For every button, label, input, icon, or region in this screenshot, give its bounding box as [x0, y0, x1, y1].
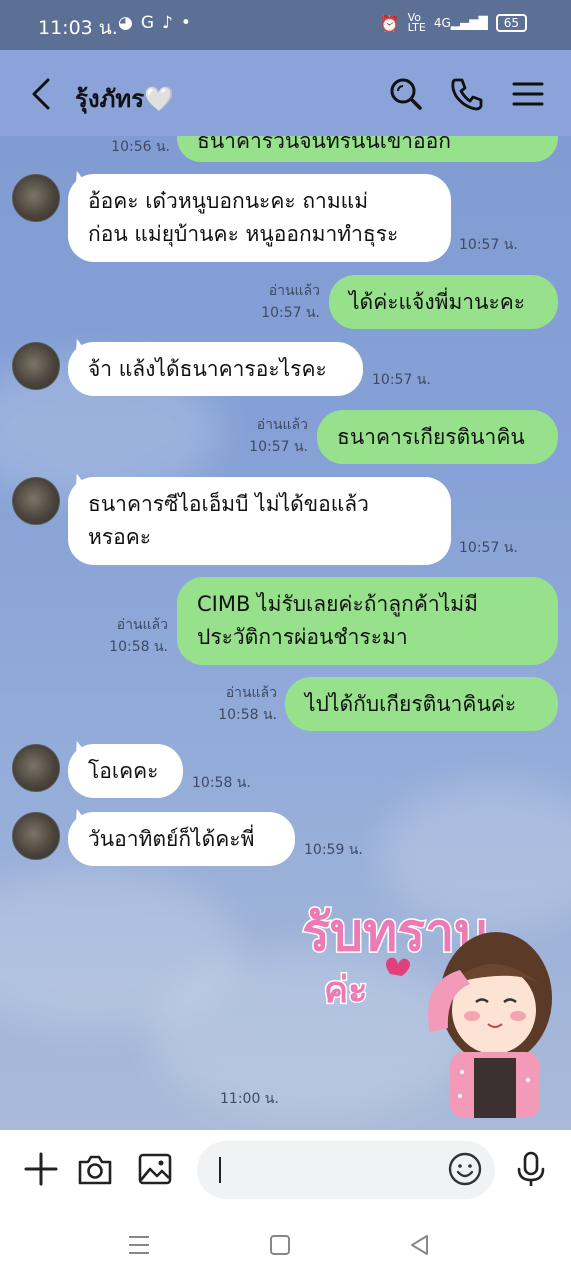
read-receipt: อ่านแล้ว — [268, 283, 320, 299]
message-bubble-incoming[interactable]: อ้อคะ เด๋วหนูบอกนะคะ ถามแม่ ก่อน แม่ยุบ้… — [68, 174, 451, 262]
chat-header: รุ้งภัทร🤍 — [0, 50, 571, 136]
message-text: ธนาคารเกียรตินาคิน — [337, 425, 525, 449]
message-time: 10:57 น. — [459, 540, 518, 556]
mic-icon[interactable] — [512, 1150, 550, 1188]
message-bubble-incoming[interactable]: จ้า แล้งได้ธนาคารอะไรคะ — [68, 342, 363, 396]
system-icons: ⏰ Vo LTE 4G▂▄▆█ 65 — [379, 11, 527, 34]
emoji-icon[interactable] — [446, 1150, 484, 1188]
avatar[interactable] — [12, 812, 60, 860]
image-icon[interactable] — [136, 1150, 174, 1188]
avatar[interactable] — [12, 477, 60, 525]
message-time: 10:57 น. — [261, 305, 320, 321]
message-text: ก่อน แม่ยุบ้านคะ หนูออกมาทำธุระ — [88, 222, 399, 246]
recent-apps-icon[interactable] — [126, 1232, 152, 1258]
back-nav-icon[interactable] — [407, 1232, 433, 1258]
message-bubble-incoming[interactable]: วันอาทิตย์ก็ได้คะพี่ — [68, 812, 295, 866]
back-icon[interactable] — [26, 76, 58, 112]
message-text: ธนาคารวันจันทร์นั้นเข้าออก — [197, 136, 451, 153]
message-time: 11:00 น. — [220, 1091, 279, 1107]
message-bubble-outgoing[interactable]: ได้ค่ะแจ้งพี่มานะคะ — [329, 275, 558, 329]
message-bubble-outgoing[interactable]: ธนาคารเกียรตินาคิน — [317, 410, 558, 464]
message-text: โอเคคะ — [88, 759, 159, 783]
read-receipt: อ่านแล้ว — [225, 685, 277, 701]
message-text: หรอคะ — [88, 525, 152, 549]
message-text: ได้ค่ะแจ้งพี่มานะคะ — [349, 290, 526, 314]
message-time: 10:58 น. — [218, 707, 277, 723]
message-bubble-outgoing[interactable]: ธนาคารวันจันทร์นั้นเข้าออก — [177, 136, 558, 162]
search-icon[interactable] — [388, 76, 424, 112]
sticker[interactable]: รับทราบ ค่ะ — [300, 882, 562, 1118]
message-time: 10:56 น. — [111, 139, 170, 155]
message-time: 10:59 น. — [304, 842, 363, 858]
message-time: 10:57 น. — [459, 237, 518, 253]
message-time: 10:58 น. — [192, 775, 251, 791]
g-icon: G — [140, 13, 163, 33]
messenger-icon: ◕ — [118, 13, 141, 33]
read-receipt: อ่านแล้ว — [116, 617, 168, 633]
message-text: ไปได้กับเกียรตินาคินค่ะ — [305, 692, 517, 716]
read-receipt: อ่านแล้ว — [256, 417, 308, 433]
message-bubble-incoming[interactable]: โอเคคะ — [68, 744, 183, 798]
contact-name[interactable]: รุ้งภัทร🤍 — [75, 79, 174, 118]
home-icon[interactable] — [267, 1232, 293, 1258]
tiktok-icon: ♪ — [162, 13, 181, 33]
avatar[interactable] — [12, 744, 60, 792]
phone-icon[interactable] — [449, 76, 485, 112]
message-text: ธนาคารซีไอเอ็มบี ไม่ได้ขอแล้ว — [88, 492, 369, 516]
4g-signal-icon: 4G▂▄▆█ — [433, 16, 488, 30]
message-text: CIMB ไม่รับเลยค่ะถ้าลูกค้าไม่มี — [197, 592, 478, 616]
camera-icon[interactable] — [76, 1150, 114, 1188]
message-bubble-outgoing[interactable]: ไปได้กับเกียรตินาคินค่ะ — [285, 677, 558, 731]
alarm-icon: ⏰ — [379, 13, 400, 33]
message-bubble-incoming[interactable]: ธนาคารซีไอเอ็มบี ไม่ได้ขอแล้ว หรอคะ — [68, 477, 451, 565]
input-bar — [0, 1130, 571, 1210]
avatar[interactable] — [12, 342, 60, 390]
battery-icon: 65 — [495, 14, 527, 32]
menu-icon[interactable] — [510, 76, 546, 112]
text-caret — [219, 1157, 221, 1183]
message-text: อ้อคะ เด๋วหนูบอกนะคะ ถามแม่ — [88, 189, 369, 213]
dot-icon: • — [180, 13, 199, 33]
message-text: วันอาทิตย์ก็ได้คะพี่ — [88, 827, 255, 851]
avatar[interactable] — [12, 174, 60, 222]
message-time: 10:57 น. — [372, 372, 431, 388]
message-text: จ้า แล้งได้ธนาคารอะไรคะ — [88, 357, 327, 381]
sticker-subcaption: ค่ะ — [324, 970, 367, 1011]
notification-icons: ◕G♪• — [118, 13, 199, 33]
message-text: ประวัติการผ่อนชำระมา — [197, 625, 408, 649]
message-time: 10:58 น. — [109, 639, 168, 655]
status-time: 11:03 น. — [38, 17, 118, 39]
message-bubble-outgoing[interactable]: CIMB ไม่รับเลยค่ะถ้าลูกค้าไม่มี ประวัติก… — [177, 577, 558, 665]
plus-icon[interactable] — [22, 1150, 60, 1188]
message-list[interactable]: ธนาคารวันจันทร์นั้นเข้าออก 10:56 น. อ้อค… — [0, 136, 571, 1130]
system-nav-bar — [0, 1210, 571, 1280]
volte-icon: Vo LTE — [407, 11, 426, 34]
status-bar: 11:03 น. ◕G♪• ⏰ Vo LTE 4G▂▄▆█ 65 — [0, 0, 571, 50]
message-time: 10:57 น. — [249, 439, 308, 455]
